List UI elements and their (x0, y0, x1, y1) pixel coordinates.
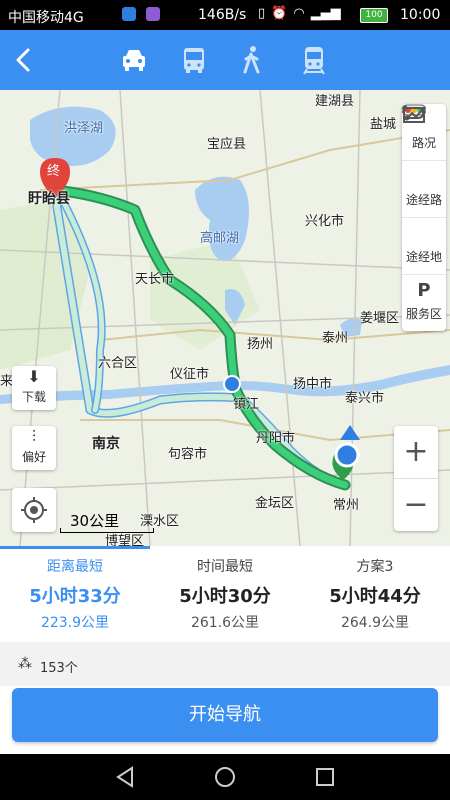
scale-bar (60, 528, 154, 533)
traffic-light-icon: ⁂ (18, 656, 32, 672)
place-label: 仪征市 (170, 367, 210, 382)
signal-icon: ▂▄▆ (310, 6, 341, 21)
vibrate-icon: ▯ (258, 6, 266, 21)
place-label: 天长市 (135, 272, 175, 287)
top-bar (0, 30, 450, 90)
locate-button[interactable] (12, 488, 56, 532)
route-distance: 261.6公里 (190, 615, 260, 631)
preference-icon: ⫶ (31, 427, 36, 446)
route-duration: 5小时33分 (29, 586, 121, 607)
dest-marker-label: 终 (47, 164, 61, 179)
place-label: 盐城 (370, 117, 397, 132)
route-tag: 方案3 (356, 559, 394, 575)
route-duration: 5小时44分 (329, 586, 421, 607)
service-area-label: 服务区 (405, 307, 442, 321)
route-distance: 264.9公里 (340, 615, 410, 631)
map-view[interactable]: 终 洪泽湖 宝应县 盐城 兴化市 高邮湖 盱眙县 天长市 姜堰区 泰州 扬州 六… (0, 90, 450, 546)
place-label: 泰兴市 (345, 391, 385, 406)
train-icon[interactable] (298, 44, 330, 76)
place-label: 丹阳市 (256, 431, 296, 446)
home-circle-icon[interactable] (214, 766, 236, 788)
zoom-in-button[interactable]: + (394, 426, 438, 479)
place-label: 溧水区 (140, 514, 180, 529)
route-tag: 距离最短 (47, 559, 103, 575)
app-notification-icon (122, 7, 136, 21)
locate-icon (21, 497, 47, 523)
app-notification-icon-2 (146, 7, 160, 21)
battery-icon: 100 (360, 8, 388, 23)
preference-label: 偏好 (21, 450, 46, 464)
place-label: 南京 (92, 436, 120, 452)
waypoint-label: 途经地 (405, 250, 442, 264)
place-label: 泰州 (322, 331, 349, 346)
traffic-label: 路况 (411, 136, 436, 150)
wifi-icon: ◠ (293, 6, 305, 21)
route-option-3[interactable]: 方案3 5小时44分 264.9公里 (300, 546, 450, 642)
place-label: 扬中市 (293, 377, 333, 392)
waypoint-icon (402, 107, 446, 248)
system-nav-bar (0, 754, 450, 800)
bus-icon[interactable] (178, 44, 210, 76)
map-tool-panel: 路况 途经路 途经地 P 服务区 (402, 104, 446, 331)
place-label: 洪泽湖 (64, 121, 104, 136)
network-speed: 146B/s (198, 7, 247, 23)
status-bar: 中国移动4G 146B/s ▯ ⏰ ◠ ▂▄▆ 100 10:00 (0, 0, 450, 30)
download-icon: ⬇ (27, 367, 41, 386)
walk-icon[interactable] (236, 44, 268, 76)
waypoint-toggle[interactable]: 途经地 (402, 107, 446, 275)
traffic-light-summary: ⁂ 153个 (0, 642, 450, 686)
route-road-icon (402, 105, 446, 191)
carrier-label: 中国移动4G (8, 10, 84, 26)
route-option-1[interactable]: 距离最短 5小时33分 223.9公里 (0, 546, 150, 642)
service-area-toggle[interactable]: P 服务区 (402, 275, 446, 331)
route-road-label: 途经路 (405, 193, 442, 207)
alarm-icon: ⏰ (271, 6, 288, 21)
service-area-icon: P (417, 279, 431, 301)
recent-apps-icon[interactable] (314, 766, 336, 788)
route-options: 距离最短 5小时33分 223.9公里 时间最短 5小时30分 261.6公里 … (0, 546, 450, 642)
zoom-out-button[interactable]: − (394, 479, 438, 531)
place-label: 建湖县 (315, 94, 355, 109)
place-label: 镇江 (233, 397, 260, 412)
place-label: 姜堰区 (360, 311, 400, 326)
route-option-2[interactable]: 时间最短 5小时30分 261.6公里 (150, 546, 300, 642)
clock: 10:00 (400, 7, 441, 23)
route-road-toggle[interactable]: 途经路 (402, 105, 446, 218)
place-label: 金坛区 (255, 496, 295, 511)
route-duration: 5小时30分 (179, 586, 271, 607)
place-label: 兴化市 (305, 214, 345, 229)
place-label: 高邮湖 (200, 231, 240, 246)
place-label: 句容市 (168, 447, 208, 462)
status-icons: ▯ ⏰ ◠ ▂▄▆ (258, 6, 341, 21)
traffic-light-count: 153个 (40, 661, 78, 676)
back-triangle-icon[interactable] (114, 766, 136, 788)
zoom-control: + − (394, 426, 438, 531)
place-label: 宝应县 (207, 137, 247, 152)
chevron-left-icon[interactable] (10, 46, 38, 74)
place-label: 扬州 (247, 337, 274, 352)
route-distance: 223.9公里 (40, 615, 110, 631)
place-label: 盱眙县 (28, 191, 70, 207)
download-label: 下载 (21, 390, 46, 404)
place-label: 六合区 (98, 356, 138, 371)
car-icon[interactable] (118, 44, 150, 76)
place-label: 常州 (333, 498, 360, 513)
download-button[interactable]: ⬇ 下载 (12, 366, 56, 410)
route-tag: 时间最短 (197, 559, 253, 575)
preference-button[interactable]: ⫶ 偏好 (12, 426, 56, 470)
start-navigation-button[interactable]: 开始导航 (12, 688, 438, 742)
